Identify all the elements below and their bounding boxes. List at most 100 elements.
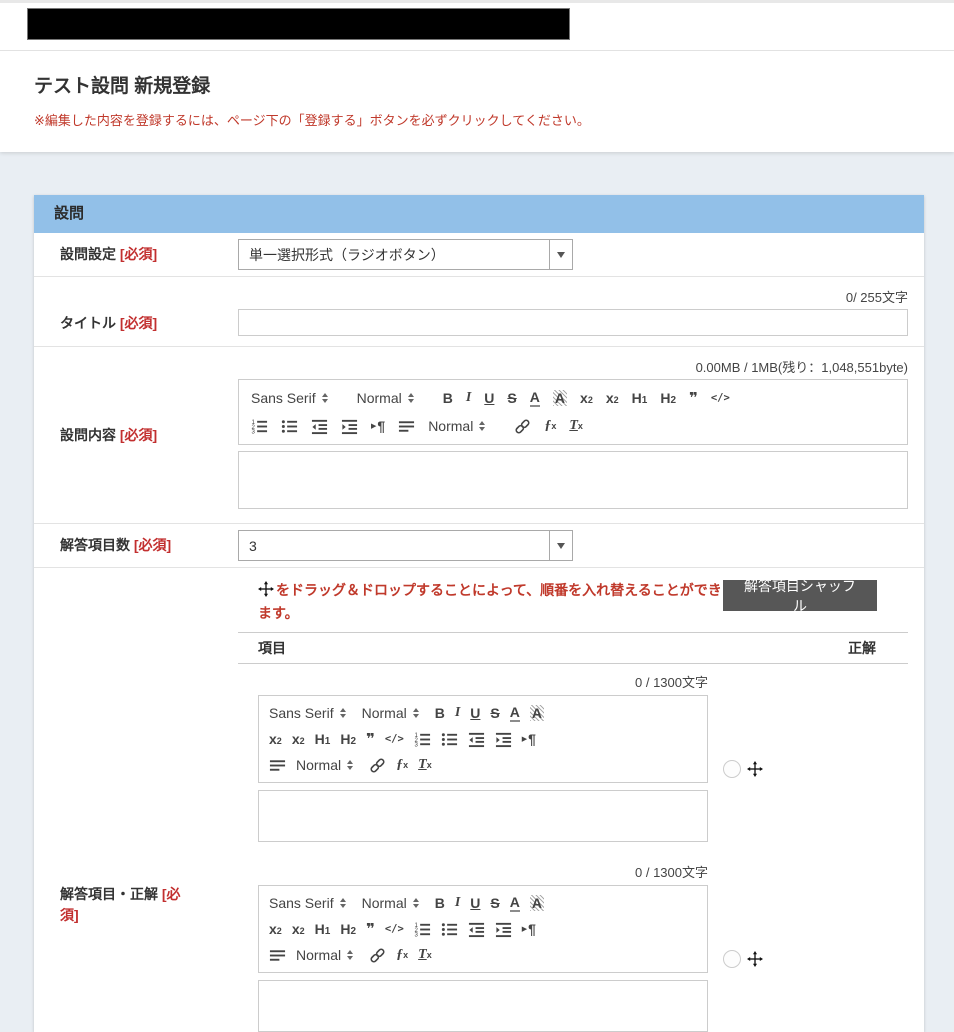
code-block-button[interactable]: </> [385,734,404,745]
link-button[interactable] [369,757,386,774]
h2-button[interactable]: H2 [660,391,676,406]
strike-button[interactable]: S [490,896,499,910]
h1-button[interactable]: H1 [315,732,331,747]
superscript-button[interactable]: x2 [292,732,305,746]
direction-button[interactable]: ▶¶ [522,922,536,936]
shuffle-answers-button[interactable]: 解答項目シャッフル [723,580,877,611]
answer-count-label: 解答項目数 [必須] [60,535,238,555]
subscript-button[interactable]: x2 [269,922,282,936]
header-picker[interactable]: Normal [362,706,419,720]
correct-radio[interactable] [723,950,741,968]
editor-content[interactable] [258,790,708,842]
formula-button[interactable]: ƒx [396,758,408,772]
link-button[interactable] [514,418,531,435]
italic-button[interactable]: I [455,706,460,720]
bold-button[interactable]: B [435,706,445,720]
line-style-picker[interactable]: Normal [296,758,353,772]
svg-text:3: 3 [414,931,418,937]
chevron-down-icon[interactable] [549,531,572,560]
answer-count-select[interactable]: 3 [238,530,573,561]
line-style-picker[interactable]: Normal [428,419,485,433]
formula-button[interactable]: ƒx [544,419,556,433]
clean-format-button[interactable]: Tx [418,758,432,772]
bold-button[interactable]: B [435,896,445,910]
font-picker[interactable]: Sans Serif [251,391,328,405]
bullet-list-button[interactable] [441,921,458,938]
editor-content[interactable] [258,980,708,1032]
picker-value: Sans Serif [251,391,316,405]
background-color-button[interactable]: A [530,895,544,911]
answers-label: 解答項目・正解 [必須] [60,884,192,926]
h2-button[interactable]: H2 [340,732,356,747]
direction-button[interactable]: ▶¶ [371,419,385,433]
indent-button[interactable] [495,731,512,748]
code-block-button[interactable]: </> [385,924,404,935]
outdent-button[interactable] [468,731,485,748]
clean-format-button[interactable]: Tx [418,948,432,962]
blockquote-button[interactable]: ❞ [366,732,375,747]
picker-arrows-icon [479,421,485,431]
editor-content[interactable] [238,451,908,509]
content-editor: Sans SerifNormalBIUSAAx2x2H1H2❞</>123▶¶N… [238,379,908,509]
ordered-list-button[interactable]: 123 [414,731,431,748]
ordered-list-button[interactable]: 123 [251,418,268,435]
background-color-button[interactable]: A [530,705,544,721]
direction-button[interactable]: ▶¶ [522,732,536,746]
text-color-button[interactable]: A [510,895,520,912]
h2-button[interactable]: H2 [340,922,356,937]
clean-format-button[interactable]: Tx [569,419,583,433]
h1-button[interactable]: H1 [632,391,648,406]
font-picker[interactable]: Sans Serif [269,896,346,910]
question-type-select[interactable]: 単一選択形式（ラジオボタン） [238,239,573,270]
correct-radio[interactable] [723,760,741,778]
bullet-list-button[interactable] [441,731,458,748]
drag-handle-icon[interactable] [747,761,763,777]
indent-button[interactable] [495,921,512,938]
title-input[interactable] [238,309,908,336]
header-picker[interactable]: Normal [357,391,414,405]
header-picker[interactable]: Normal [362,896,419,910]
row-answer-count: 解答項目数 [必須] 3 [34,524,924,568]
bold-button[interactable]: B [443,391,453,405]
bullet-list-button[interactable] [281,418,298,435]
strike-button[interactable]: S [507,391,516,405]
align-button[interactable] [398,418,415,435]
picker-value: Normal [357,391,402,405]
editor-toolbar: Sans SerifNormalBIUSAAx2x2H1H2❞</>123▶¶N… [258,695,708,783]
italic-button[interactable]: I [466,391,471,405]
required-badge: [必須] [120,315,157,331]
drag-handle-icon[interactable] [747,951,763,967]
subscript-button[interactable]: x2 [580,391,593,405]
superscript-button[interactable]: x2 [292,922,305,936]
redacted-header-content [27,8,570,40]
italic-button[interactable]: I [455,896,460,910]
strike-button[interactable]: S [490,706,499,720]
row-answers: 解答項目・正解 [必須] をドラッグ＆ドロップすることによって、順番を入れ替える… [34,568,924,1032]
card-section-header: 設問 [34,195,924,233]
line-style-picker[interactable]: Normal [296,948,353,962]
select-value: 3 [239,538,549,554]
font-picker[interactable]: Sans Serif [269,706,346,720]
ordered-list-button[interactable]: 123 [414,921,431,938]
text-color-button[interactable]: A [530,390,540,407]
text-color-button[interactable]: A [510,705,520,722]
chevron-down-icon[interactable] [549,240,572,269]
align-button[interactable] [269,757,286,774]
code-block-button[interactable]: </> [711,393,730,404]
h1-button[interactable]: H1 [315,922,331,937]
outdent-button[interactable] [311,418,328,435]
underline-button[interactable]: U [470,706,480,720]
underline-button[interactable]: U [470,896,480,910]
subscript-button[interactable]: x2 [269,732,282,746]
underline-button[interactable]: U [484,391,494,405]
blockquote-button[interactable]: ❞ [366,922,375,937]
answer-editor: Sans SerifNormalBIUSAAx2x2H1H2❞</>123▶¶N… [258,885,708,1032]
superscript-button[interactable]: x2 [606,391,619,405]
indent-button[interactable] [341,418,358,435]
picker-arrows-icon [413,708,419,718]
background-color-button[interactable]: A [553,390,567,406]
blockquote-button[interactable]: ❞ [689,391,698,406]
column-correct: 正解 [848,633,876,663]
formula-button[interactable]: ƒx [396,948,408,962]
outdent-button[interactable] [468,921,485,938]
